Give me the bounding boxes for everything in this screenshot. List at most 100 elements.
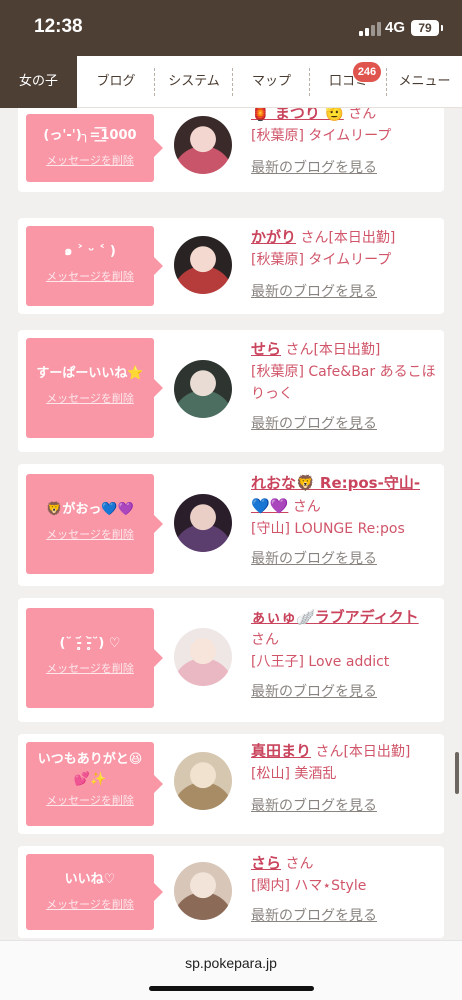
today-working-tag: [本日出勤]: [313, 342, 381, 358]
avatar[interactable]: [174, 236, 232, 294]
avatar[interactable]: [174, 862, 232, 920]
girl-info: せら さん[本日出勤] [秋葉原] Cafe&Bar あるこほりっく 最新のブロ…: [251, 338, 437, 435]
honorific: さん: [292, 499, 321, 515]
tab-menu[interactable]: メニュー: [387, 56, 462, 108]
shop-name: Love addict: [308, 654, 390, 670]
latest-blog-link[interactable]: 最新のブログを見る: [251, 551, 377, 567]
message-bubble: ๑ ˃ ᵕ ˂ ) メッセージを削除: [26, 226, 163, 306]
girl-info: 真田まり さん[本日出勤] [松山] 美酒乱 最新のブログを見る: [251, 740, 437, 817]
area-label: [守山]: [251, 521, 290, 537]
avatar[interactable]: [174, 628, 232, 686]
girl-info: ぁぃゅ🪽ラブアディクト さん [八王子] Love addict 最新のブログを…: [251, 606, 437, 703]
girl-name-link[interactable]: れおな🦁 Re:pos-守山-💙💜: [251, 474, 420, 515]
girl-name-link[interactable]: せら: [251, 340, 281, 358]
status-time: 12:38: [34, 16, 83, 37]
latest-blog-link[interactable]: 最新のブログを見る: [251, 416, 377, 432]
latest-blog-link[interactable]: 最新のブログを見る: [251, 798, 377, 814]
tab-system[interactable]: システム: [155, 56, 233, 108]
today-working-tag: [本日出勤]: [328, 230, 396, 246]
area-label: [関内]: [251, 878, 290, 894]
scrollbar[interactable]: [455, 752, 459, 794]
list-item: (˘ -̥̥̥᷄ -̥̥̥᷅˘) ♡ メッセージを削除 ぁぃゅ🪽ラブアディクト …: [18, 598, 444, 722]
honorific: さん: [251, 632, 279, 648]
delete-message-link[interactable]: メッセージを削除: [26, 896, 154, 912]
cellular-signal-icon: [359, 22, 381, 36]
browser-url-bar[interactable]: sp.pokepara.jp: [0, 940, 462, 1000]
reviews-count-badge: 246: [353, 62, 381, 82]
girl-info: さら さん [関内] ハマ⋆Style 最新のブログを見る: [251, 852, 437, 927]
message-bubble: (˘ -̥̥̥᷄ -̥̥̥᷅˘) ♡ メッセージを削除: [26, 608, 163, 708]
delete-message-link[interactable]: メッセージを削除: [26, 268, 154, 284]
girl-name-link[interactable]: ぁぃゅ🪽ラブアディクト: [251, 608, 419, 626]
girl-info: 🏮 まつり 🫡 さん [秋葉原] タイムリープ 最新のブログを見る: [251, 108, 437, 179]
tab-label: 女の子: [18, 74, 58, 89]
list-item: 🦁がおっ💙💜 メッセージを削除 れおな🦁 Re:pos-守山-💙💜 さん [守山…: [18, 464, 444, 586]
honorific: さん: [315, 744, 344, 760]
message-bubble: いいね♡ メッセージを削除: [26, 854, 163, 930]
tab-reviews[interactable]: 口コミ 246: [310, 56, 387, 108]
message-text: ๑ ˃ ᵕ ˂ ): [64, 244, 116, 259]
list-item: いいね♡ メッセージを削除 さら さん [関内] ハマ⋆Style 最新のブログ…: [18, 846, 444, 938]
delete-message-link[interactable]: メッセージを削除: [26, 390, 154, 406]
tab-label: システム: [168, 74, 220, 89]
list-item: いつもありがと😆💕✨ メッセージを削除 真田まり さん[本日出勤] [松山] 美…: [18, 734, 444, 834]
shop-name: ハマ⋆Style: [294, 878, 367, 894]
list-item: ๑ ˃ ᵕ ˂ ) メッセージを削除 かがり さん[本日出勤] [秋葉原] タイ…: [18, 218, 444, 314]
home-indicator[interactable]: [149, 986, 314, 991]
honorific: さん: [348, 108, 377, 122]
shop-name: 美酒乱: [294, 766, 337, 782]
girl-name-link[interactable]: かがり: [251, 228, 296, 246]
url-text: sp.pokepara.jp: [185, 955, 277, 971]
area-label: [八王子]: [251, 654, 304, 670]
avatar[interactable]: [174, 752, 232, 810]
girl-name-link[interactable]: 真田まり: [251, 742, 311, 760]
today-working-tag: [本日出勤]: [343, 744, 411, 760]
message-text: すーぱーいいね⭐️: [36, 366, 144, 381]
main-nav: 女の子 ブログ システム マップ 口コミ 246 メニュー: [0, 56, 462, 108]
area-label: [秋葉原]: [251, 128, 304, 144]
girl-info: かがり さん[本日出勤] [秋葉原] タイムリープ 最新のブログを見る: [251, 226, 437, 303]
area-label: [松山]: [251, 766, 290, 782]
delete-message-link[interactable]: メッセージを削除: [26, 526, 154, 542]
list-item: (っ'-')╮=͟͟͞͞1000 メッセージを削除 🏮 まつり 🫡 さん [秋葉…: [18, 108, 444, 192]
message-bubble: (っ'-')╮=͟͟͞͞1000 メッセージを削除: [26, 114, 163, 182]
girl-info: れおな🦁 Re:pos-守山-💙💜 さん [守山] LOUNGE Re:pos …: [251, 472, 437, 570]
battery-icon: 79: [411, 20, 443, 36]
message-bubble: すーぱーいいね⭐️ メッセージを削除: [26, 338, 163, 438]
message-bubble: いつもありがと😆💕✨ メッセージを削除: [26, 742, 163, 826]
tab-blog[interactable]: ブログ: [77, 56, 155, 108]
message-text: (っ'-')╮=͟͟͞͞1000: [43, 128, 137, 143]
tab-map[interactable]: マップ: [233, 56, 310, 108]
shop-name: タイムリープ: [308, 128, 392, 144]
latest-blog-link[interactable]: 最新のブログを見る: [251, 908, 377, 924]
latest-blog-link[interactable]: 最新のブログを見る: [251, 160, 377, 176]
honorific: さん: [285, 342, 314, 358]
network-type: 4G: [385, 19, 406, 36]
tab-label: ブログ: [96, 74, 136, 89]
message-list: (っ'-')╮=͟͟͞͞1000 メッセージを削除 🏮 まつり 🫡 さん [秋葉…: [0, 108, 462, 940]
girl-name-link[interactable]: 🏮 まつり 🫡: [251, 108, 344, 122]
honorific: さん: [300, 230, 329, 246]
delete-message-link[interactable]: メッセージを削除: [26, 792, 154, 808]
honorific: さん: [285, 856, 314, 872]
avatar[interactable]: [174, 494, 232, 552]
message-bubble: 🦁がおっ💙💜 メッセージを削除: [26, 474, 163, 574]
message-text: いつもありがと😆💕✨: [37, 752, 143, 787]
status-bar: 12:38 4G 79: [0, 0, 462, 56]
latest-blog-link[interactable]: 最新のブログを見る: [251, 684, 377, 700]
delete-message-link[interactable]: メッセージを削除: [26, 660, 154, 676]
shop-name: LOUNGE Re:pos: [294, 521, 405, 537]
area-label: [秋葉原]: [251, 252, 304, 268]
avatar[interactable]: [174, 116, 232, 174]
avatar[interactable]: [174, 360, 232, 418]
tab-girls[interactable]: 女の子: [0, 56, 77, 108]
tab-label: マップ: [251, 74, 291, 89]
area-label: [秋葉原]: [251, 364, 304, 380]
latest-blog-link[interactable]: 最新のブログを見る: [251, 284, 377, 300]
girl-name-link[interactable]: さら: [251, 854, 281, 872]
message-text: 🦁がおっ💙💜: [46, 502, 134, 517]
delete-message-link[interactable]: メッセージを削除: [26, 152, 154, 168]
shop-name: タイムリープ: [308, 252, 392, 268]
message-text: (˘ -̥̥̥᷄ -̥̥̥᷅˘) ♡: [59, 636, 121, 651]
message-text: いいね♡: [64, 872, 116, 887]
